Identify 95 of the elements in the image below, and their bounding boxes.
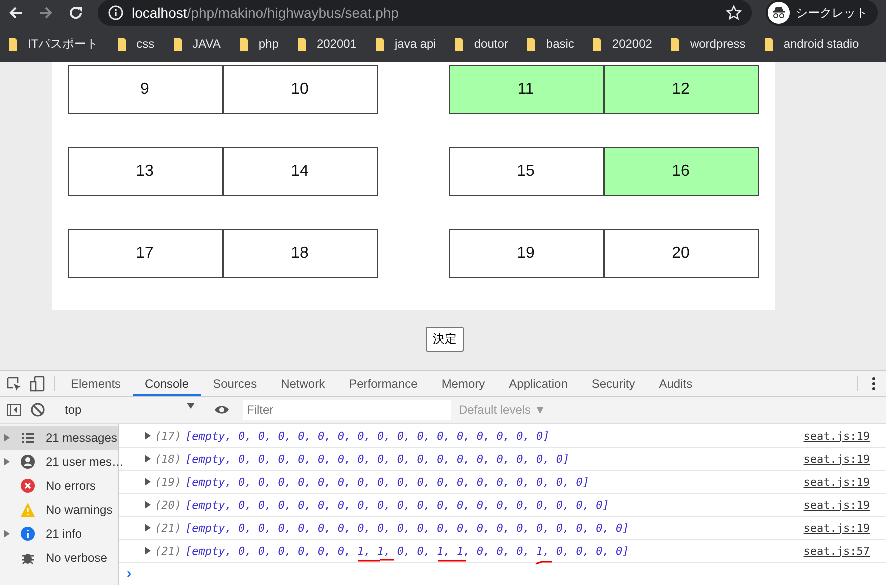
expand-arrow-icon[interactable] <box>145 547 151 555</box>
log-count: (21) <box>155 544 182 558</box>
bookmark-link[interactable]: JAVA <box>192 37 221 51</box>
expand-arrow-icon[interactable] <box>145 478 151 486</box>
devtools-tab[interactable]: Application <box>497 371 580 396</box>
devtools-tab[interactable]: Network <box>269 371 338 396</box>
dropdown-caret-icon <box>187 403 195 409</box>
source-link[interactable]: seat.js:19 <box>804 430 870 442</box>
sidebar-toggle-icon[interactable] <box>6 402 22 418</box>
filter-field[interactable]: Filter <box>243 400 451 420</box>
bookmark-link[interactable]: ITパスポート <box>28 36 99 52</box>
seat-cell[interactable]: 14 <box>222 147 378 196</box>
seat-cell[interactable]: 11 <box>448 65 604 114</box>
folder-icon <box>764 36 776 52</box>
expand-arrow-icon[interactable] <box>4 434 10 442</box>
device-icon[interactable] <box>30 376 46 392</box>
console-prompt[interactable]: › <box>119 563 886 583</box>
clear-icon[interactable] <box>30 402 46 418</box>
sidebar-item[interactable]: No errors <box>46 479 96 493</box>
bookmark-link[interactable]: doutor <box>474 37 508 51</box>
folder-icon <box>296 36 309 52</box>
user-icon <box>20 454 36 470</box>
seat-cell[interactable]: 10 <box>222 65 378 114</box>
star-icon[interactable] <box>726 5 742 21</box>
context-select[interactable]: top <box>59 403 201 417</box>
back-icon[interactable] <box>8 5 24 21</box>
bookmark-link[interactable]: android stadio <box>784 37 860 51</box>
seat-cell[interactable]: 9 <box>68 65 222 114</box>
seat-cell[interactable]: 18 <box>222 229 378 278</box>
folder-icon <box>172 36 185 52</box>
folder-icon <box>238 36 251 52</box>
incognito-profile[interactable]: シークレット <box>766 0 878 26</box>
expand-arrow-icon[interactable] <box>145 432 151 440</box>
expand-arrow-icon[interactable] <box>4 458 10 466</box>
log-message: [empty, 0, 0, 0, 0, 0, 0, 0, 0, 0, 0, 0, 0, 0, 0, 0, 0, 0, 0, 0, 0] <box>186 522 630 534</box>
inspect-icon[interactable] <box>6 376 22 392</box>
seat-cell[interactable]: 12 <box>604 65 758 114</box>
log-count: (21) <box>155 522 182 534</box>
address-bar[interactable]: localhost/php/makino/highwaybus/seat.php <box>98 0 752 26</box>
expand-arrow-icon[interactable] <box>145 455 151 463</box>
seat-cell[interactable]: 15 <box>448 147 604 196</box>
reload-icon[interactable] <box>68 5 84 21</box>
devtools-tab[interactable]: Audits <box>647 371 705 396</box>
list-icon <box>20 430 36 446</box>
incognito-icon <box>768 2 790 24</box>
log-message: [empty, 0, 0, 0, 0, 0, 0, 0, 0, 0, 0, 0, 0, 0, 0, 0, 0] <box>186 430 550 442</box>
source-link[interactable]: seat.js:57 <box>804 544 870 558</box>
log-message: [empty, 0, 0, 0, 0, 0, 0, 1, 1, 0, 0, 1, 1, 0, 0, 0, 1, 0, 0, 0, 0] <box>186 544 630 558</box>
folder-icon <box>8 36 20 52</box>
folder-icon <box>374 36 387 52</box>
bookmark-link[interactable]: wordpress <box>690 37 746 51</box>
log-count: (20) <box>155 498 182 512</box>
seat-cell[interactable]: 19 <box>448 229 604 278</box>
warning-icon <box>20 502 36 518</box>
expand-arrow-icon[interactable] <box>4 530 10 538</box>
source-link[interactable]: seat.js:19 <box>804 476 870 488</box>
seat-cell[interactable]: 17 <box>68 229 222 278</box>
bookmark-link[interactable]: java api <box>394 37 436 51</box>
sidebar-item[interactable]: No warnings <box>46 503 113 517</box>
seat-cell[interactable]: 13 <box>68 147 222 196</box>
devtools-tab[interactable]: Console <box>133 371 202 396</box>
forward-icon[interactable] <box>38 5 54 21</box>
log-count: (17) <box>155 430 182 442</box>
log-message: [empty, 0, 0, 0, 0, 0, 0, 0, 0, 0, 0, 0, 0, 0, 0, 0, 0, 0, 0] <box>186 476 590 488</box>
seat-cell[interactable]: 16 <box>604 147 758 196</box>
bookmark-link[interactable]: 202002 <box>612 37 652 51</box>
submit-button[interactable]: 決定 <box>426 327 464 352</box>
sidebar-item[interactable]: No verbose <box>46 551 108 565</box>
folder-icon <box>116 36 129 52</box>
source-link[interactable]: seat.js:19 <box>804 452 870 466</box>
devtools-tab[interactable]: Performance <box>337 371 430 396</box>
bookmark-link[interactable]: 202001 <box>316 37 357 51</box>
bookmark-link[interactable]: php <box>258 37 279 51</box>
error-icon <box>20 478 36 494</box>
devtools-tab[interactable]: Memory <box>430 371 498 396</box>
expand-arrow-icon[interactable] <box>145 524 151 532</box>
bookmark-link[interactable]: basic <box>546 37 574 51</box>
sidebar-item[interactable]: 21 user mes… <box>46 455 124 469</box>
info-icon <box>108 5 124 21</box>
url-host: localhost <box>132 5 188 21</box>
expand-arrow-icon[interactable] <box>145 501 151 509</box>
seat-cell[interactable]: 20 <box>604 229 758 278</box>
source-link[interactable]: seat.js:19 <box>804 498 870 512</box>
log-count: (18) <box>155 452 182 466</box>
log-count: (19) <box>155 476 182 488</box>
devtools-tab[interactable]: Elements <box>59 371 134 396</box>
source-link[interactable]: seat.js:19 <box>804 522 870 534</box>
bookmark-link[interactable]: css <box>136 37 155 51</box>
sidebar-item[interactable]: 21 info <box>46 527 82 541</box>
url-path: /php/makino/highwaybus/seat.php <box>187 5 399 21</box>
log-message: [empty, 0, 0, 0, 0, 0, 0, 0, 0, 0, 0, 0, 0, 0, 0, 0, 0, 0, 0, 0] <box>186 498 610 512</box>
info-icon <box>20 526 36 542</box>
devtools-tab[interactable]: Security <box>580 371 648 396</box>
log-message: [empty, 0, 0, 0, 0, 0, 0, 0, 0, 0, 0, 0, 0, 0, 0, 0, 0, 0] <box>186 452 570 466</box>
devtools-tab[interactable]: Sources <box>201 371 270 396</box>
